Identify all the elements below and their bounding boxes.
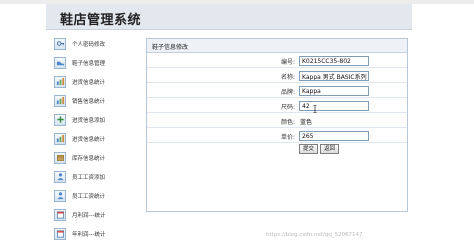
- brand-input[interactable]: [299, 86, 369, 96]
- user-icon: [54, 170, 66, 183]
- form-row-name: 名称:: [147, 69, 407, 83]
- text-cursor-icon: [313, 105, 317, 113]
- size-label: 尺码:: [280, 104, 295, 111]
- shoe-icon: [54, 56, 66, 69]
- box-icon: [54, 151, 66, 164]
- add-icon: [54, 113, 66, 126]
- sidebar-item-label: 年利润---统计: [72, 231, 106, 238]
- sidebar-item-label: 销售信息统计: [72, 98, 106, 105]
- sidebar-item-label: 个人密码修改: [72, 41, 106, 48]
- form-row-code: 编号:: [147, 54, 407, 68]
- sidebar: 个人密码修改 鞋子信息管理 进货信息统计 销售信息统计 进货信息添加 进货信息统…: [46, 32, 142, 242]
- sidebar-item-label: 员工工资添加: [72, 174, 106, 181]
- name-input[interactable]: [299, 71, 369, 81]
- calendar-icon: [54, 227, 66, 240]
- sidebar-item-label: 库存信息统计: [72, 155, 106, 162]
- sidebar-item-label: 月利润---统计: [72, 212, 106, 219]
- calendar-icon: [54, 208, 66, 221]
- user-icon: [54, 189, 66, 202]
- sidebar-item-change-password[interactable]: 个人密码修改: [54, 36, 138, 51]
- code-label: 编号:: [280, 59, 295, 66]
- sidebar-item-monthly-profit[interactable]: 月利润---统计: [54, 207, 138, 222]
- submit-button[interactable]: 提交: [299, 144, 319, 154]
- app-title: 鞋店管理系统: [60, 13, 142, 28]
- panel-title-bar: 鞋子信息修改: [147, 39, 407, 53]
- sidebar-item-label: 进货信息统计: [72, 79, 106, 86]
- sidebar-item-sales-stats[interactable]: 销售信息统计: [54, 93, 138, 108]
- sidebar-item-label: 员工工资统计: [72, 193, 106, 200]
- sidebar-item-purchase-stats-2[interactable]: 进货信息统计: [54, 131, 138, 146]
- form-row-color: 颜色: 蓝色: [147, 114, 407, 128]
- sidebar-item-label: 进货信息添加: [72, 117, 106, 124]
- color-label: 颜色:: [280, 119, 295, 126]
- chart-icon: [54, 94, 66, 107]
- watermark: https://blog.csdn.net/qq_52067147: [266, 232, 363, 238]
- back-button[interactable]: 返回: [320, 144, 340, 154]
- panel-title: 鞋子信息修改: [152, 44, 189, 51]
- form-buttons: 提交 返回: [299, 144, 340, 154]
- price-label: 单价:: [280, 134, 295, 141]
- form-row-price: 单价:: [147, 129, 407, 143]
- sidebar-item-label: 进货信息统计: [72, 136, 106, 143]
- price-input[interactable]: [299, 131, 369, 141]
- edit-shoe-panel: 鞋子信息修改 编号: 名称: 品牌: 尺码: 颜色: 蓝色 单价: 提交 返回: [146, 38, 408, 212]
- sidebar-item-salary-add[interactable]: 员工工资添加: [54, 169, 138, 184]
- code-input[interactable]: [299, 56, 369, 66]
- color-value[interactable]: 蓝色: [300, 117, 312, 126]
- chart-icon: [54, 75, 66, 88]
- key-icon: [54, 37, 66, 50]
- sidebar-item-label: 鞋子信息管理: [72, 60, 106, 67]
- form-row-size: 尺码:: [147, 99, 407, 113]
- name-label: 名称:: [280, 74, 295, 81]
- chart-icon: [54, 132, 66, 145]
- sidebar-item-stock-stats[interactable]: 库存信息统计: [54, 150, 138, 165]
- sidebar-item-purchase-stats[interactable]: 进货信息统计: [54, 74, 138, 89]
- sidebar-item-yearly-profit[interactable]: 年利润---统计: [54, 226, 138, 241]
- size-input[interactable]: [299, 101, 369, 111]
- form-row-brand: 品牌:: [147, 84, 407, 98]
- brand-label: 品牌:: [280, 89, 295, 96]
- app-header: 鞋店管理系统: [46, 4, 412, 30]
- sidebar-item-purchase-add[interactable]: 进货信息添加: [54, 112, 138, 127]
- sidebar-item-shoe-management[interactable]: 鞋子信息管理: [54, 55, 138, 70]
- sidebar-item-salary-stats[interactable]: 员工工资统计: [54, 188, 138, 203]
